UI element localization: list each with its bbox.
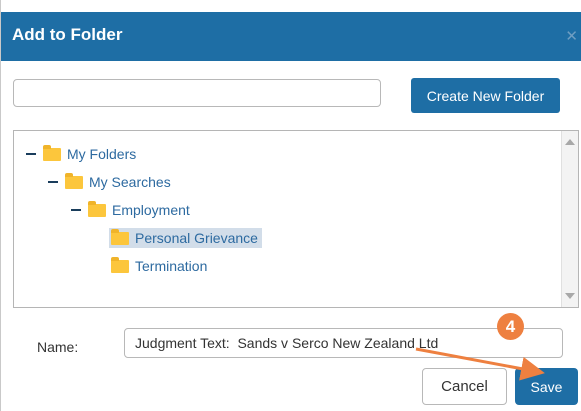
tree-node-termination[interactable]: Termination	[111, 255, 207, 277]
new-folder-name-input[interactable]	[13, 79, 381, 107]
folder-icon	[88, 200, 106, 217]
tree-node-personal-grievance[interactable]: Personal Grievance	[109, 227, 262, 249]
folder-icon	[65, 172, 83, 189]
tree-node-my-folders[interactable]: My Folders	[26, 143, 136, 165]
tree-node-label: Personal Grievance	[135, 230, 258, 246]
add-to-folder-dialog: Add to Folder ✕ Create New Folder My Fol…	[0, 0, 581, 411]
close-icon[interactable]: ✕	[565, 27, 578, 45]
folder-icon	[111, 228, 129, 245]
collapse-icon[interactable]	[26, 153, 36, 155]
selected-highlight: Personal Grievance	[109, 228, 262, 248]
tree-node-label: My Folders	[67, 146, 137, 162]
name-label: Name:	[37, 339, 79, 355]
name-input[interactable]	[124, 328, 563, 358]
tree-node-label: Employment	[112, 202, 190, 218]
collapse-icon[interactable]	[71, 209, 81, 211]
tree-node-label: Termination	[135, 258, 208, 274]
tree-node-label: My Searches	[89, 174, 171, 190]
save-button[interactable]: Save	[515, 368, 578, 405]
create-new-folder-button[interactable]: Create New Folder	[411, 78, 560, 113]
dialog-title: Add to Folder	[12, 25, 123, 44]
scroll-down-icon[interactable]	[565, 293, 575, 299]
dialog-header: Add to Folder ✕	[1, 12, 581, 61]
step-number-badge: 4	[497, 313, 524, 340]
folder-tree: My Folders My Searches Employment Person…	[13, 130, 579, 308]
scroll-up-icon[interactable]	[565, 139, 575, 145]
folder-icon	[111, 256, 129, 273]
tree-node-employment[interactable]: Employment	[71, 199, 190, 221]
tree-scrollbar[interactable]	[561, 131, 578, 307]
collapse-icon[interactable]	[48, 181, 58, 183]
tree-node-my-searches[interactable]: My Searches	[48, 171, 171, 193]
folder-icon	[43, 144, 61, 161]
cancel-button[interactable]: Cancel	[422, 368, 507, 405]
